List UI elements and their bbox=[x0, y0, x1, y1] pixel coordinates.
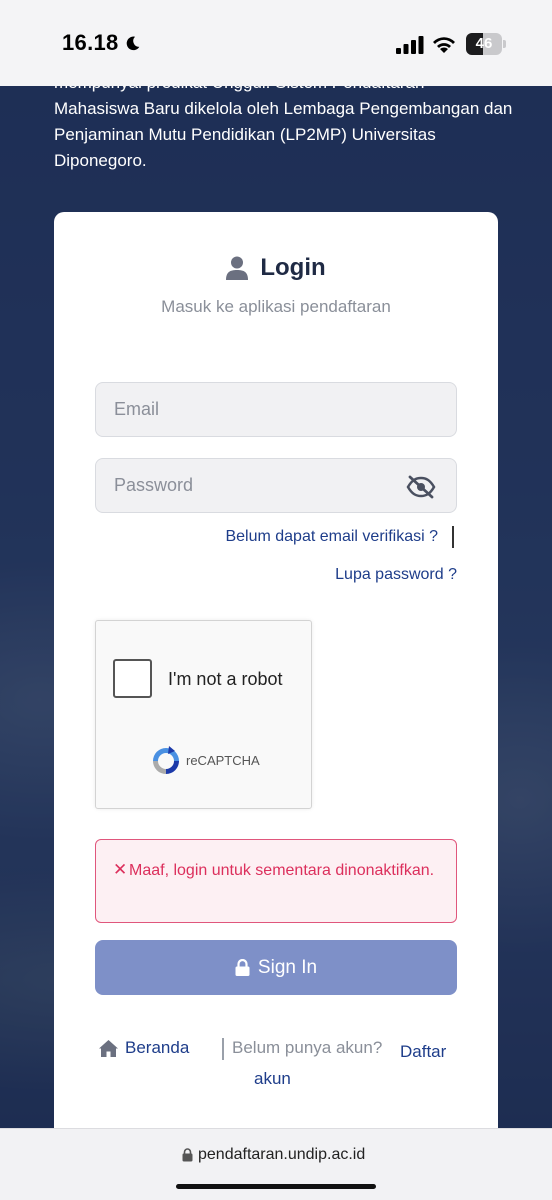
email-field[interactable] bbox=[95, 382, 457, 437]
footer-divider bbox=[222, 1038, 224, 1060]
status-time: 16.18 bbox=[62, 30, 119, 55]
cellular-signal-icon bbox=[396, 36, 424, 54]
recaptcha-widget: I'm not a robot reCAPTCHA bbox=[95, 620, 312, 809]
login-title: Login bbox=[260, 254, 326, 281]
login-subtitle: Masuk ke aplikasi pendaftaran bbox=[161, 297, 391, 316]
register-link[interactable]: Daftar akun bbox=[254, 1038, 460, 1092]
login-card: Login Masuk ke aplikasi pendaftaran Belu… bbox=[54, 212, 498, 1172]
login-heading: Login bbox=[54, 252, 498, 284]
browser-address-bar[interactable]: pendaftaran.undip.ac.id bbox=[0, 1128, 552, 1200]
status-bar: 16.18 46 bbox=[0, 0, 552, 86]
url-text[interactable]: pendaftaran.undip.ac.id bbox=[198, 1146, 365, 1164]
error-alert: ✕ Maaf, login untuk sementara dinonaktif… bbox=[95, 839, 457, 923]
home-indicator bbox=[176, 1184, 376, 1189]
home-icon bbox=[99, 1040, 118, 1057]
recaptcha-checkbox[interactable] bbox=[113, 659, 152, 698]
password-field[interactable] bbox=[95, 458, 457, 513]
recaptcha-label: I'm not a robot bbox=[168, 669, 283, 689]
recaptcha-brand: reCAPTCHA bbox=[186, 753, 260, 768]
home-link[interactable]: Beranda bbox=[125, 1038, 189, 1058]
forgot-password-link[interactable]: Lupa password ? bbox=[335, 566, 457, 584]
moon-icon bbox=[126, 36, 140, 51]
wifi-icon bbox=[433, 37, 455, 53]
error-message: Maaf, login untuk sementara dinonaktifka… bbox=[129, 862, 435, 879]
recaptcha-logo-icon bbox=[153, 746, 179, 774]
text-cursor bbox=[452, 526, 454, 548]
lock-icon bbox=[235, 959, 250, 976]
lock-icon bbox=[182, 1148, 193, 1162]
eye-slash-icon[interactable] bbox=[406, 475, 436, 499]
sign-in-button[interactable]: Sign In bbox=[95, 940, 457, 995]
battery-indicator: 46 bbox=[466, 33, 506, 55]
register-link-text[interactable]: Daftar akun bbox=[254, 1042, 446, 1088]
email-input[interactable] bbox=[96, 383, 456, 436]
password-input[interactable] bbox=[96, 459, 456, 512]
verify-email-link[interactable]: Belum dapat email verifikasi ? bbox=[225, 528, 438, 546]
user-icon bbox=[226, 256, 249, 280]
battery-level: 46 bbox=[475, 35, 493, 52]
sign-in-label: Sign In bbox=[257, 956, 318, 978]
